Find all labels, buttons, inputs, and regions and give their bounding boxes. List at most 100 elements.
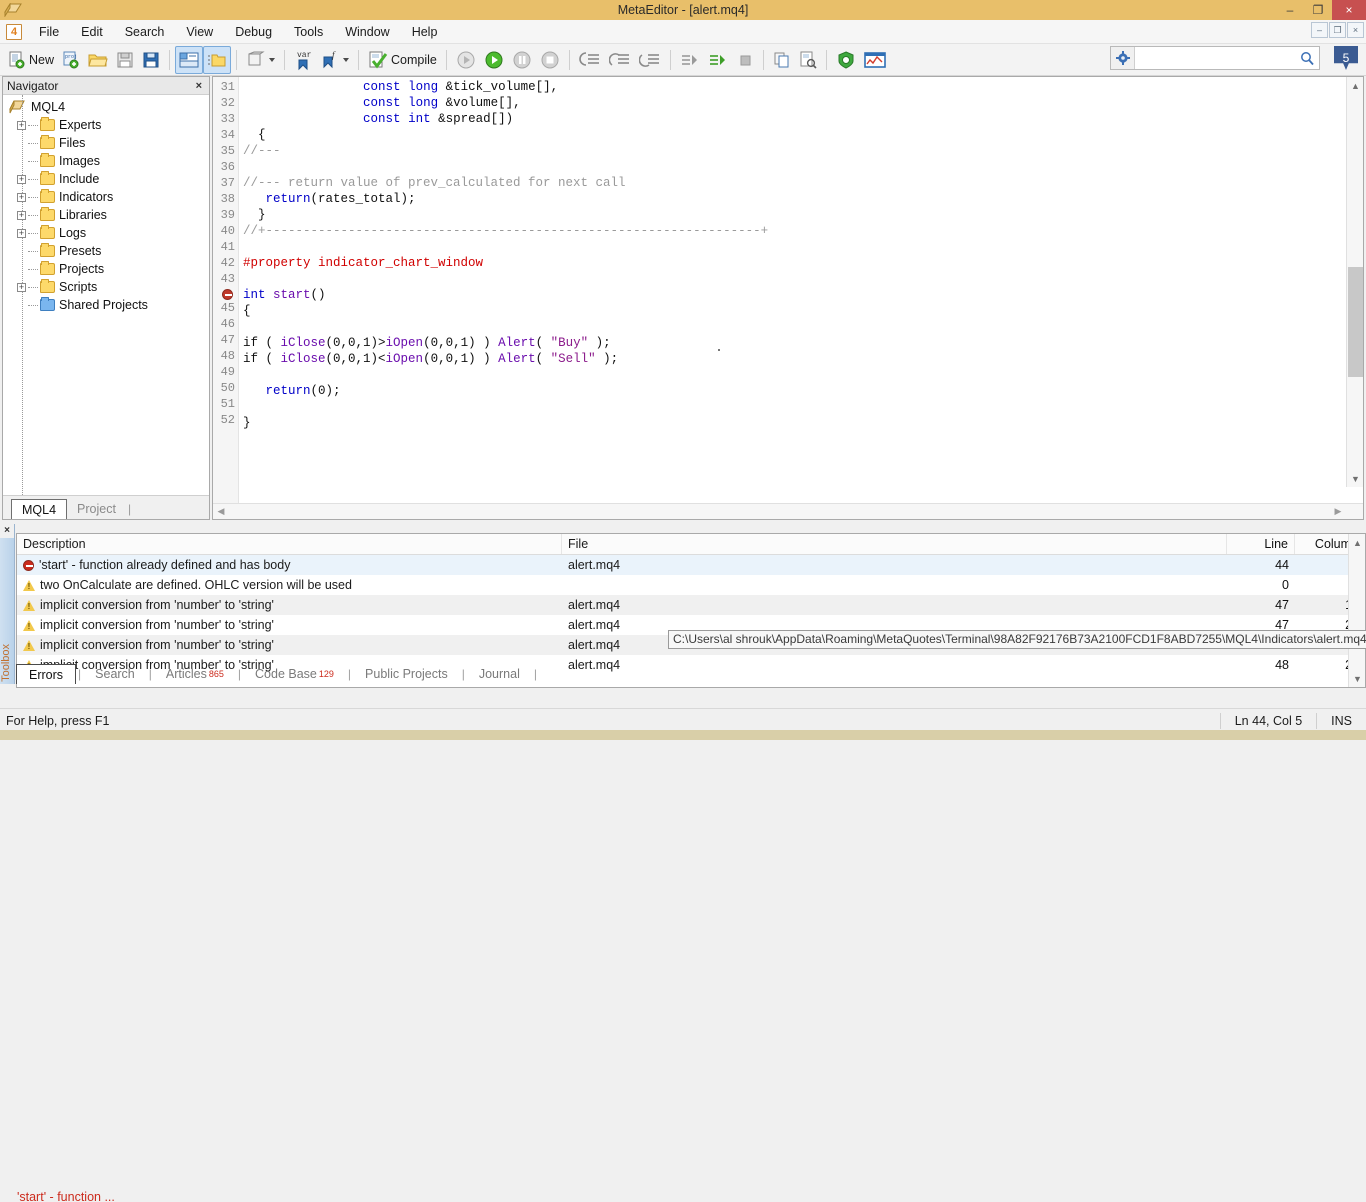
tree-item-libraries[interactable]: +Libraries bbox=[3, 206, 209, 224]
menu-tools[interactable]: Tools bbox=[283, 22, 334, 42]
column-header-file[interactable]: File bbox=[562, 534, 1227, 554]
code-line[interactable]: //--- bbox=[243, 143, 1363, 159]
scroll-right-icon[interactable]: ▶ bbox=[1330, 504, 1346, 520]
tree-item-images[interactable]: Images bbox=[3, 152, 209, 170]
expand-icon[interactable]: + bbox=[17, 211, 26, 220]
code-line[interactable]: int start() bbox=[243, 287, 1363, 303]
editor-horizontal-scrollbar[interactable]: ◀ ▶ bbox=[213, 503, 1363, 519]
toolbox-tab-errors[interactable]: Errors bbox=[16, 664, 76, 684]
stop-button[interactable] bbox=[732, 46, 758, 74]
open-terminal-button[interactable] bbox=[860, 46, 890, 74]
grid-scroll-down-icon[interactable]: ▼ bbox=[1349, 670, 1366, 687]
expand-icon[interactable]: + bbox=[17, 283, 26, 292]
expand-icon[interactable]: + bbox=[17, 193, 26, 202]
code-line[interactable] bbox=[243, 319, 1363, 335]
code-line[interactable]: if ( iClose(0,0,1)<iOpen(0,0,1) ) Alert(… bbox=[243, 351, 1363, 367]
save-all-button[interactable] bbox=[138, 46, 164, 74]
code-line[interactable] bbox=[243, 271, 1363, 287]
search-input[interactable] bbox=[1135, 47, 1295, 69]
error-row[interactable]: implicit conversion from 'number' to 'st… bbox=[17, 595, 1365, 615]
debug-history-button[interactable] bbox=[452, 46, 480, 74]
step-into-button[interactable] bbox=[575, 46, 605, 74]
copy-button[interactable] bbox=[769, 46, 795, 74]
mdi-restore-button[interactable]: ❐ bbox=[1329, 22, 1346, 38]
close-button[interactable]: × bbox=[1332, 0, 1366, 20]
code-line[interactable] bbox=[243, 367, 1363, 383]
line-number-gutter[interactable]: 3132333435363738394041424345464748495051… bbox=[213, 77, 239, 503]
error-marker-icon[interactable] bbox=[222, 289, 233, 300]
mdi-close-button[interactable]: × bbox=[1347, 22, 1364, 38]
editor-vertical-scrollbar[interactable]: ▲ ▼ bbox=[1346, 77, 1363, 487]
nav-tab-mql4[interactable]: MQL4 bbox=[11, 499, 67, 519]
save-button[interactable] bbox=[112, 46, 138, 74]
toolbox-tab-journal[interactable]: Journal bbox=[467, 664, 532, 684]
toolbox-tab-code-base[interactable]: Code Base129 bbox=[243, 664, 346, 684]
tree-item-logs[interactable]: +Logs bbox=[3, 224, 209, 242]
mdi-minimize-button[interactable]: – bbox=[1311, 22, 1328, 38]
grid-scroll-up-icon[interactable]: ▲ bbox=[1349, 534, 1366, 551]
tree-item-experts[interactable]: +Experts bbox=[3, 116, 209, 134]
error-row[interactable]: two OnCalculate are defined. OHLC versio… bbox=[17, 575, 1365, 595]
minimize-button[interactable]: – bbox=[1276, 0, 1304, 20]
tree-root-mql4[interactable]: MQL4 bbox=[3, 98, 209, 116]
code-text[interactable]: const long &tick_volume[], const long &v… bbox=[239, 77, 1363, 503]
start-debug-button[interactable] bbox=[480, 46, 508, 74]
functions-button[interactable]: f bbox=[318, 46, 353, 74]
step-out-button[interactable] bbox=[635, 46, 665, 74]
tree-item-scripts[interactable]: +Scripts bbox=[3, 278, 209, 296]
stop-debug-button[interactable] bbox=[536, 46, 564, 74]
code-line[interactable]: #property indicator_chart_window bbox=[243, 255, 1363, 271]
mql5-community-button[interactable] bbox=[832, 46, 860, 74]
code-line[interactable]: { bbox=[243, 127, 1363, 143]
tree-item-include[interactable]: +Include bbox=[3, 170, 209, 188]
styler-button[interactable] bbox=[242, 46, 279, 74]
open-button[interactable] bbox=[84, 46, 112, 74]
code-line[interactable] bbox=[243, 159, 1363, 175]
code-line[interactable] bbox=[243, 399, 1363, 415]
code-line[interactable]: const long &tick_volume[], bbox=[243, 79, 1363, 95]
menu-window[interactable]: Window bbox=[334, 22, 400, 42]
tree-item-shared-projects[interactable]: Shared Projects bbox=[3, 296, 209, 314]
step-over-button[interactable] bbox=[605, 46, 635, 74]
scroll-up-icon[interactable]: ▲ bbox=[1347, 77, 1363, 94]
new-project-button[interactable]: proj bbox=[58, 46, 84, 74]
magnifier-icon[interactable] bbox=[1295, 47, 1319, 69]
code-line[interactable]: if ( iClose(0,0,1)>iOpen(0,0,1) ) Alert(… bbox=[243, 335, 1363, 351]
toggle-navigator-button[interactable] bbox=[175, 46, 203, 74]
nav-tab-project[interactable]: Project bbox=[67, 499, 126, 519]
toolbox-tab-search[interactable]: Search bbox=[83, 664, 147, 684]
variables-button[interactable]: var bbox=[290, 46, 318, 74]
menu-file[interactable]: File bbox=[28, 22, 70, 42]
new-file-button[interactable]: New bbox=[4, 46, 58, 74]
menu-debug[interactable]: Debug bbox=[224, 22, 283, 42]
chevron-down-icon[interactable] bbox=[269, 58, 275, 62]
error-row[interactable]: 'start' - function already defined and h… bbox=[17, 555, 1365, 575]
search-box[interactable] bbox=[1110, 46, 1320, 70]
tree-item-indicators[interactable]: +Indicators bbox=[3, 188, 209, 206]
code-line[interactable]: { bbox=[243, 303, 1363, 319]
code-line[interactable] bbox=[243, 239, 1363, 255]
tree-item-files[interactable]: Files bbox=[3, 134, 209, 152]
chevron-down-icon[interactable] bbox=[343, 58, 349, 62]
gear-icon[interactable] bbox=[1111, 47, 1135, 69]
compile-button[interactable]: Compile bbox=[364, 46, 441, 74]
scrollbar-thumb[interactable] bbox=[1348, 267, 1363, 377]
column-header-description[interactable]: Description bbox=[17, 534, 562, 554]
pause-debug-button[interactable] bbox=[508, 46, 536, 74]
maximize-button[interactable]: ❐ bbox=[1304, 0, 1332, 20]
column-header-line[interactable]: Line bbox=[1227, 534, 1295, 554]
grid-vertical-scrollbar[interactable]: ▲ ▼ bbox=[1348, 534, 1365, 687]
code-line[interactable]: //+-------------------------------------… bbox=[243, 223, 1363, 239]
tree-item-presets[interactable]: Presets bbox=[3, 242, 209, 260]
code-line[interactable]: return(rates_total); bbox=[243, 191, 1363, 207]
code-line[interactable]: return(0); bbox=[243, 383, 1363, 399]
toolbox-tab-public-projects[interactable]: Public Projects bbox=[353, 664, 460, 684]
code-line[interactable]: } bbox=[243, 207, 1363, 223]
toolbox-tab-articles[interactable]: Articles865 bbox=[154, 664, 236, 684]
run-to-cursor-button[interactable] bbox=[676, 46, 704, 74]
menu-view[interactable]: View bbox=[175, 22, 224, 42]
toggle-toolbox-button[interactable] bbox=[203, 46, 231, 74]
code-line[interactable]: const int &spread[]) bbox=[243, 111, 1363, 127]
code-line[interactable]: //--- return value of prev_calculated fo… bbox=[243, 175, 1363, 191]
code-line[interactable]: } bbox=[243, 415, 1363, 431]
